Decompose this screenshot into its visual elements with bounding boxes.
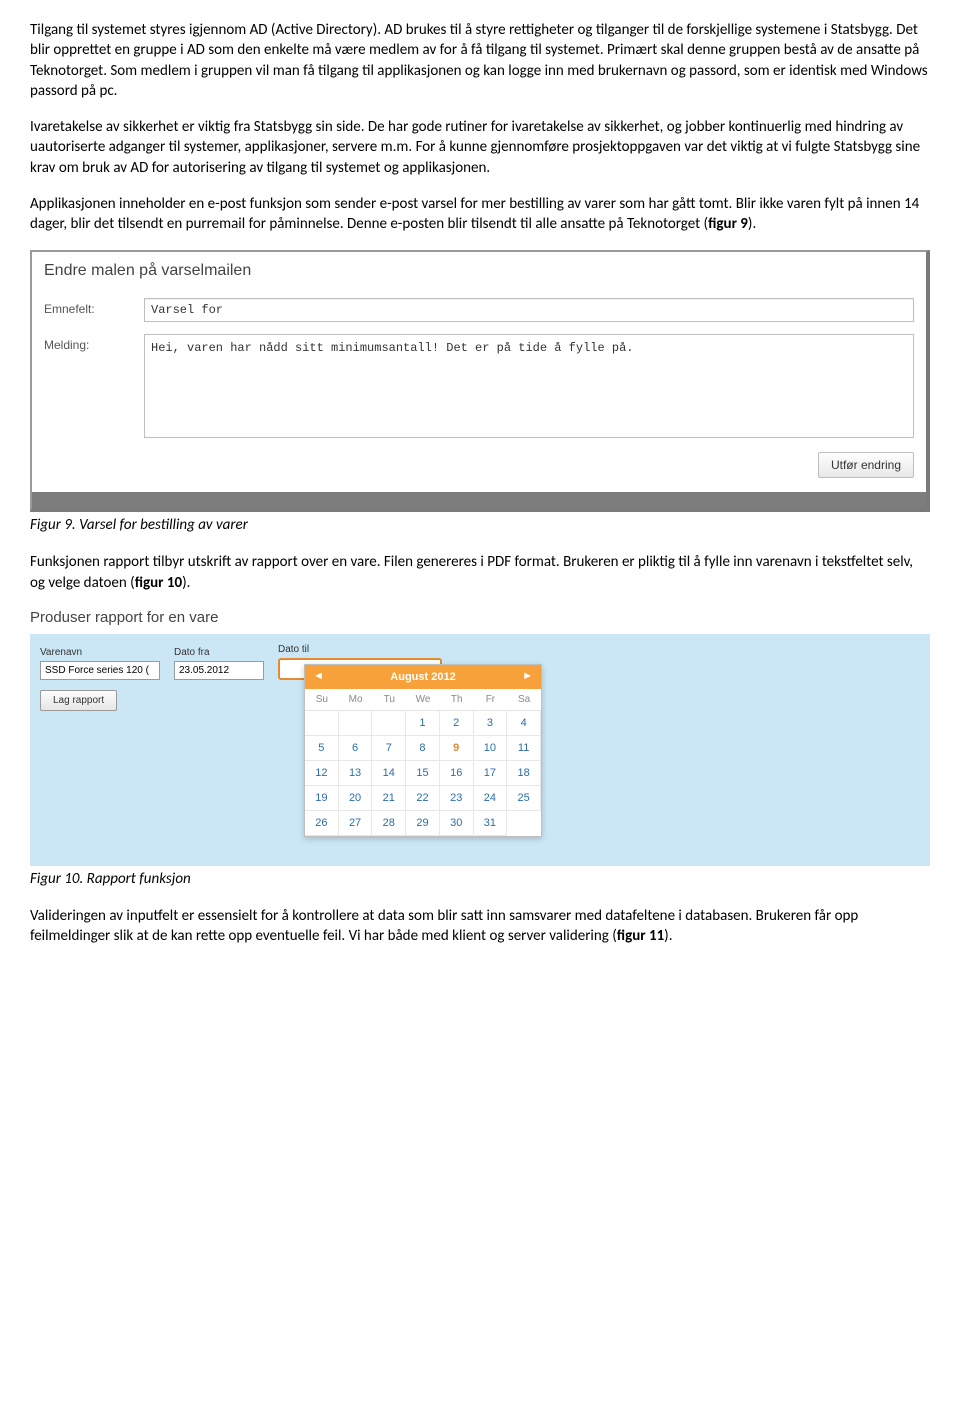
datepicker-day[interactable]: 19 — [305, 786, 339, 811]
figure-10-heading: Produser rapport for en vare — [30, 609, 930, 626]
datepicker-next-icon[interactable]: ► — [522, 670, 533, 682]
figure-10: Produser rapport for en vare Varenavn Da… — [30, 609, 930, 866]
varenavn-input[interactable] — [40, 661, 160, 680]
figure-9-heading: Endre malen på varselmailen — [44, 262, 914, 280]
datepicker-day[interactable]: 12 — [305, 761, 339, 786]
lag-rapport-button[interactable]: Lag rapport — [40, 690, 117, 711]
paragraph-4: Funksjonen rapport tilbyr utskrift av ra… — [30, 552, 930, 593]
datepicker-day[interactable]: 4 — [507, 711, 541, 736]
datepicker-day[interactable]: 31 — [474, 811, 508, 836]
datepicker-day[interactable]: 23 — [440, 786, 474, 811]
datepicker-day: . — [372, 711, 406, 736]
figure-9-ref: figur 9 — [708, 215, 748, 233]
paragraph-3: Applikasjonen inneholder en e-post funks… — [30, 194, 930, 235]
datotil-label: Dato til — [278, 644, 442, 655]
datepicker-dow: Sa — [507, 689, 541, 711]
paragraph-3-tail: ). — [748, 215, 756, 233]
datepicker-day[interactable]: 28 — [372, 811, 406, 836]
datepicker-day[interactable]: 27 — [339, 811, 373, 836]
varenavn-label: Varenavn — [40, 647, 160, 658]
datepicker-day[interactable]: 17 — [474, 761, 508, 786]
datepicker-dow: Fr — [474, 689, 508, 711]
datofra-input[interactable] — [174, 661, 264, 680]
emnefelt-input[interactable]: Varsel for — [144, 298, 914, 322]
datepicker-day[interactable]: 7 — [372, 736, 406, 761]
utfor-endring-button[interactable]: Utfør endring — [818, 452, 914, 478]
datepicker-title: August 2012 — [390, 671, 455, 683]
figure-9-caption: Figur 9. Varsel for bestilling av varer — [30, 516, 930, 534]
datepicker-dow: Th — [440, 689, 474, 711]
datepicker-day[interactable]: 2 — [440, 711, 474, 736]
paragraph-2: Ivaretakelse av sikkerhet er viktig fra … — [30, 117, 930, 178]
datepicker-day[interactable]: 6 — [339, 736, 373, 761]
paragraph-5-text: Valideringen av inputfelt er essensielt … — [30, 907, 858, 945]
datepicker-day[interactable]: 13 — [339, 761, 373, 786]
datepicker[interactable]: ◄ August 2012 ► SuMoTuWeThFrSa ...123456… — [304, 664, 542, 837]
datepicker-day[interactable]: 11 — [507, 736, 541, 761]
datepicker-day[interactable]: 24 — [474, 786, 508, 811]
datepicker-day[interactable]: 1 — [406, 711, 440, 736]
datofra-label: Dato fra — [174, 647, 264, 658]
datepicker-prev-icon[interactable]: ◄ — [313, 670, 324, 682]
datepicker-day[interactable]: 3 — [474, 711, 508, 736]
datepicker-dow: Tu — [372, 689, 406, 711]
melding-textarea[interactable]: Hei, varen har nådd sitt minimumsantall!… — [144, 334, 914, 438]
datepicker-day[interactable]: 22 — [406, 786, 440, 811]
figure-11-ref: figur 11 — [617, 927, 664, 945]
datepicker-day[interactable]: 26 — [305, 811, 339, 836]
datepicker-dow: We — [406, 689, 440, 711]
datepicker-day[interactable]: 21 — [372, 786, 406, 811]
datepicker-day: . — [339, 711, 373, 736]
datepicker-day[interactable]: 10 — [474, 736, 508, 761]
figure-10-ref: figur 10 — [135, 574, 182, 592]
datepicker-day: . — [305, 711, 339, 736]
paragraph-3-text: Applikasjonen inneholder en e-post funks… — [30, 195, 919, 233]
figure-9-bottom-bar — [32, 492, 926, 508]
datepicker-day[interactable]: 30 — [440, 811, 474, 836]
figure-10-caption: Figur 10. Rapport funksjon — [30, 870, 930, 888]
figure-9: Endre malen på varselmailen Emnefelt: Va… — [30, 250, 930, 512]
paragraph-5-tail: ). — [664, 927, 672, 945]
paragraph-5: Valideringen av inputfelt er essensielt … — [30, 906, 930, 947]
datepicker-day[interactable]: 8 — [406, 736, 440, 761]
datepicker-day[interactable]: 18 — [507, 761, 541, 786]
datepicker-day[interactable]: 9 — [440, 736, 474, 761]
paragraph-1: Tilgang til systemet styres igjennom AD … — [30, 20, 930, 101]
melding-label: Melding: — [44, 334, 144, 352]
paragraph-4-tail: ). — [182, 574, 190, 592]
datepicker-day[interactable]: 14 — [372, 761, 406, 786]
datepicker-dow: Su — [305, 689, 339, 711]
datepicker-day[interactable]: 16 — [440, 761, 474, 786]
emnefelt-label: Emnefelt: — [44, 298, 144, 316]
datepicker-day[interactable]: 5 — [305, 736, 339, 761]
datepicker-day[interactable]: 29 — [406, 811, 440, 836]
datepicker-day[interactable]: 20 — [339, 786, 373, 811]
datepicker-dow: Mo — [339, 689, 373, 711]
datepicker-day[interactable]: 25 — [507, 786, 541, 811]
datepicker-day[interactable]: 15 — [406, 761, 440, 786]
